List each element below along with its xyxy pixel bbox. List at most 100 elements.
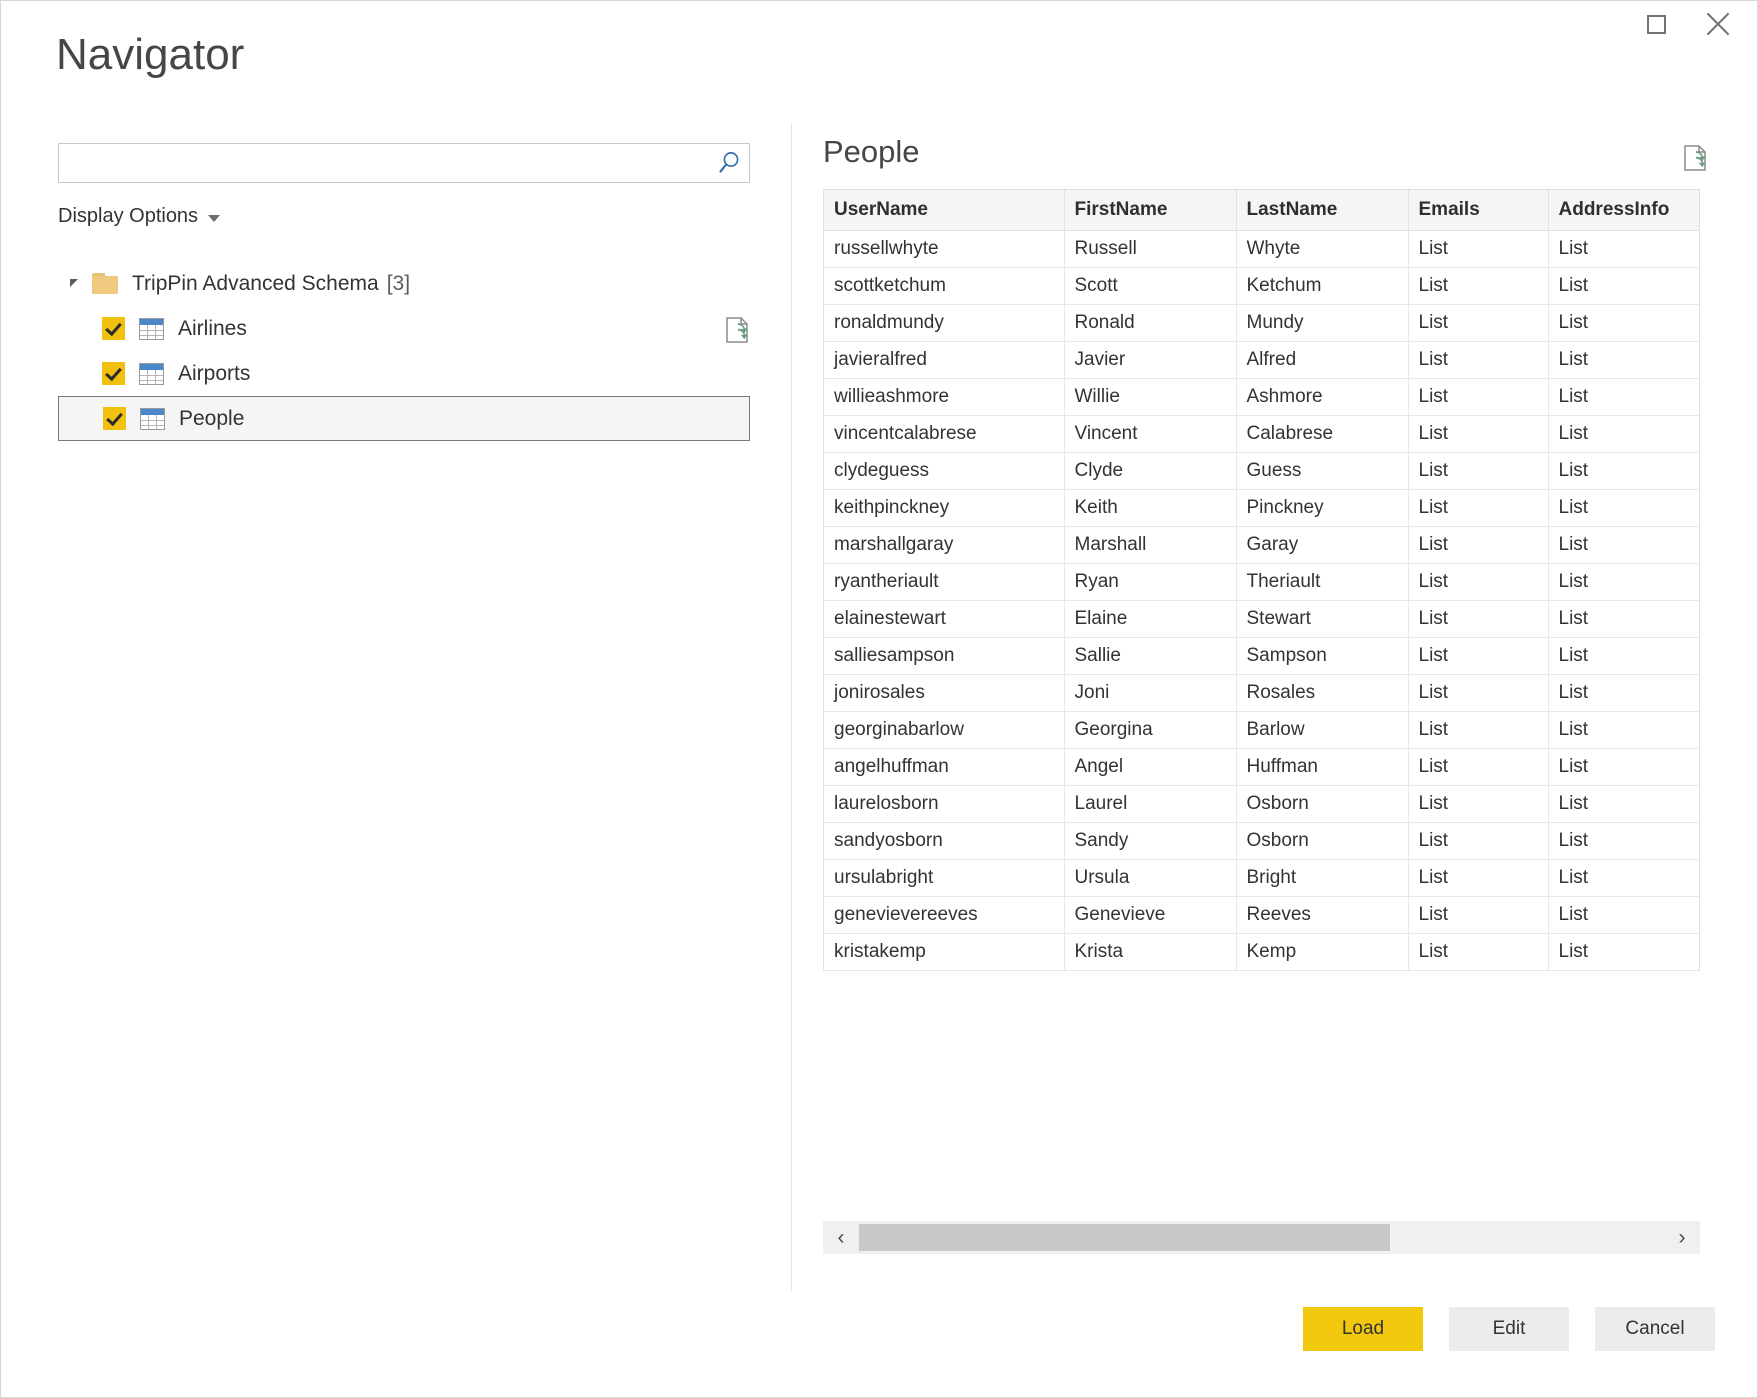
load-button[interactable]: Load bbox=[1303, 1307, 1423, 1351]
table-cell: willieashmore bbox=[824, 379, 1064, 416]
table-cell: List bbox=[1548, 823, 1700, 860]
table-row[interactable]: sandyosbornSandyOsbornListList bbox=[824, 823, 1700, 860]
scrollbar-track[interactable] bbox=[859, 1221, 1664, 1254]
checkbox-people[interactable] bbox=[103, 407, 126, 430]
table-row[interactable]: angelhuffmanAngelHuffmanListList bbox=[824, 749, 1700, 786]
close-button[interactable] bbox=[1687, 2, 1749, 46]
table-cell: Georgina bbox=[1064, 712, 1236, 749]
table-row[interactable]: keithpinckneyKeithPinckneyListList bbox=[824, 490, 1700, 527]
display-options-dropdown[interactable]: Display Options bbox=[58, 205, 220, 228]
table-cell: Ronald bbox=[1064, 305, 1236, 342]
table-cell: List bbox=[1548, 675, 1700, 712]
edit-button[interactable]: Edit bbox=[1449, 1307, 1569, 1351]
column-header-emails[interactable]: Emails bbox=[1408, 190, 1548, 231]
search-icon[interactable] bbox=[709, 144, 749, 182]
table-row[interactable]: salliesampsonSallieSampsonListList bbox=[824, 638, 1700, 675]
table-row[interactable]: genevievereevesGenevieveReevesListList bbox=[824, 897, 1700, 934]
chevron-down-icon bbox=[208, 215, 220, 222]
table-cell: List bbox=[1408, 231, 1548, 268]
column-header-firstname[interactable]: FirstName bbox=[1064, 190, 1236, 231]
scroll-right-arrow[interactable]: › bbox=[1664, 1221, 1700, 1254]
table-cell: Ryan bbox=[1064, 564, 1236, 601]
table-cell: List bbox=[1408, 823, 1548, 860]
checkbox-airlines[interactable] bbox=[102, 317, 125, 340]
table-cell: List bbox=[1408, 453, 1548, 490]
preview-title: People bbox=[823, 136, 920, 167]
left-pane: Display Options TripPin Advanced Schema … bbox=[1, 111, 791, 1291]
table-row[interactable]: elainestewartElaineStewartListList bbox=[824, 601, 1700, 638]
table-cell: clydeguess bbox=[824, 453, 1064, 490]
table-row[interactable]: scottketchumScottKetchumListList bbox=[824, 268, 1700, 305]
table-row[interactable]: marshallgarayMarshallGarayListList bbox=[824, 527, 1700, 564]
column-header-addressinfo[interactable]: AddressInfo bbox=[1548, 190, 1700, 231]
cancel-button[interactable]: Cancel bbox=[1595, 1307, 1715, 1351]
table-row[interactable]: russellwhyteRussellWhyteListList bbox=[824, 231, 1700, 268]
expand-collapse-icon[interactable] bbox=[70, 279, 78, 287]
checkbox-airports[interactable] bbox=[102, 362, 125, 385]
table-row[interactable]: clydeguessClydeGuessListList bbox=[824, 453, 1700, 490]
refresh-preview-icon[interactable] bbox=[1681, 143, 1711, 175]
table-row[interactable]: laurelosbornLaurelOsbornListList bbox=[824, 786, 1700, 823]
table-cell: List bbox=[1408, 342, 1548, 379]
data-table: UserNameFirstNameLastNameEmailsAddressIn… bbox=[824, 190, 1700, 971]
table-cell: Barlow bbox=[1236, 712, 1408, 749]
table-row[interactable]: ursulabrightUrsulaBrightListList bbox=[824, 860, 1700, 897]
window-title-bar bbox=[1, 1, 1757, 47]
tree-item-airports[interactable]: Airports bbox=[58, 351, 750, 396]
scroll-left-arrow[interactable]: ‹ bbox=[823, 1221, 859, 1254]
table-cell: List bbox=[1408, 860, 1548, 897]
table-row[interactable]: georginabarlowGeorginaBarlowListList bbox=[824, 712, 1700, 749]
search-box[interactable] bbox=[58, 143, 750, 183]
table-row[interactable]: ryantheriaultRyanTheriaultListList bbox=[824, 564, 1700, 601]
table-cell: List bbox=[1548, 268, 1700, 305]
table-row[interactable]: kristakempKristaKempListList bbox=[824, 934, 1700, 971]
table-cell: List bbox=[1548, 786, 1700, 823]
table-row[interactable]: ronaldmundyRonaldMundyListList bbox=[824, 305, 1700, 342]
table-cell: List bbox=[1548, 712, 1700, 749]
table-cell: Javier bbox=[1064, 342, 1236, 379]
table-cell: sandyosborn bbox=[824, 823, 1064, 860]
table-row[interactable]: jonirosalesJoniRosalesListList bbox=[824, 675, 1700, 712]
table-cell: angelhuffman bbox=[824, 749, 1064, 786]
table-row[interactable]: vincentcalabreseVincentCalabreseListList bbox=[824, 416, 1700, 453]
table-cell: List bbox=[1408, 490, 1548, 527]
table-cell: Russell bbox=[1064, 231, 1236, 268]
table-cell: Reeves bbox=[1236, 897, 1408, 934]
column-header-username[interactable]: UserName bbox=[824, 190, 1064, 231]
horizontal-scrollbar[interactable]: ‹ › bbox=[823, 1221, 1700, 1254]
tree-node-root[interactable]: TripPin Advanced Schema [3] bbox=[58, 261, 750, 306]
right-pane: People UserNameFirstNameLastNameEmailsAd… bbox=[792, 111, 1757, 1291]
table-cell: Stewart bbox=[1236, 601, 1408, 638]
table-row[interactable]: javieralfredJavierAlfredListList bbox=[824, 342, 1700, 379]
tree-item-airlines[interactable]: Airlines bbox=[58, 306, 750, 351]
footer: Load Edit Cancel bbox=[1, 1289, 1757, 1397]
page-title: Navigator bbox=[56, 33, 244, 77]
scrollbar-thumb[interactable] bbox=[859, 1224, 1390, 1251]
table-cell: List bbox=[1408, 675, 1548, 712]
table-cell: List bbox=[1408, 601, 1548, 638]
table-cell: ursulabright bbox=[824, 860, 1064, 897]
table-cell: Sandy bbox=[1064, 823, 1236, 860]
table-cell: List bbox=[1408, 305, 1548, 342]
table-cell: List bbox=[1548, 379, 1700, 416]
tree-item-people[interactable]: People bbox=[58, 396, 750, 441]
table-cell: List bbox=[1548, 638, 1700, 675]
table-cell: Osborn bbox=[1236, 823, 1408, 860]
table-cell: Guess bbox=[1236, 453, 1408, 490]
table-cell: List bbox=[1408, 749, 1548, 786]
column-header-lastname[interactable]: LastName bbox=[1236, 190, 1408, 231]
window-controls bbox=[1625, 1, 1749, 47]
table-row[interactable]: willieashmoreWillieAshmoreListList bbox=[824, 379, 1700, 416]
table-cell: Alfred bbox=[1236, 342, 1408, 379]
table-cell: georginabarlow bbox=[824, 712, 1064, 749]
table-cell: List bbox=[1548, 416, 1700, 453]
table-cell: List bbox=[1548, 564, 1700, 601]
table-cell: Ursula bbox=[1064, 860, 1236, 897]
table-cell: Elaine bbox=[1064, 601, 1236, 638]
table-cell: Bright bbox=[1236, 860, 1408, 897]
maximize-button[interactable] bbox=[1625, 2, 1687, 46]
table-icon bbox=[139, 363, 164, 385]
table-cell: List bbox=[1548, 453, 1700, 490]
table-cell: List bbox=[1548, 342, 1700, 379]
search-input[interactable] bbox=[59, 144, 709, 182]
